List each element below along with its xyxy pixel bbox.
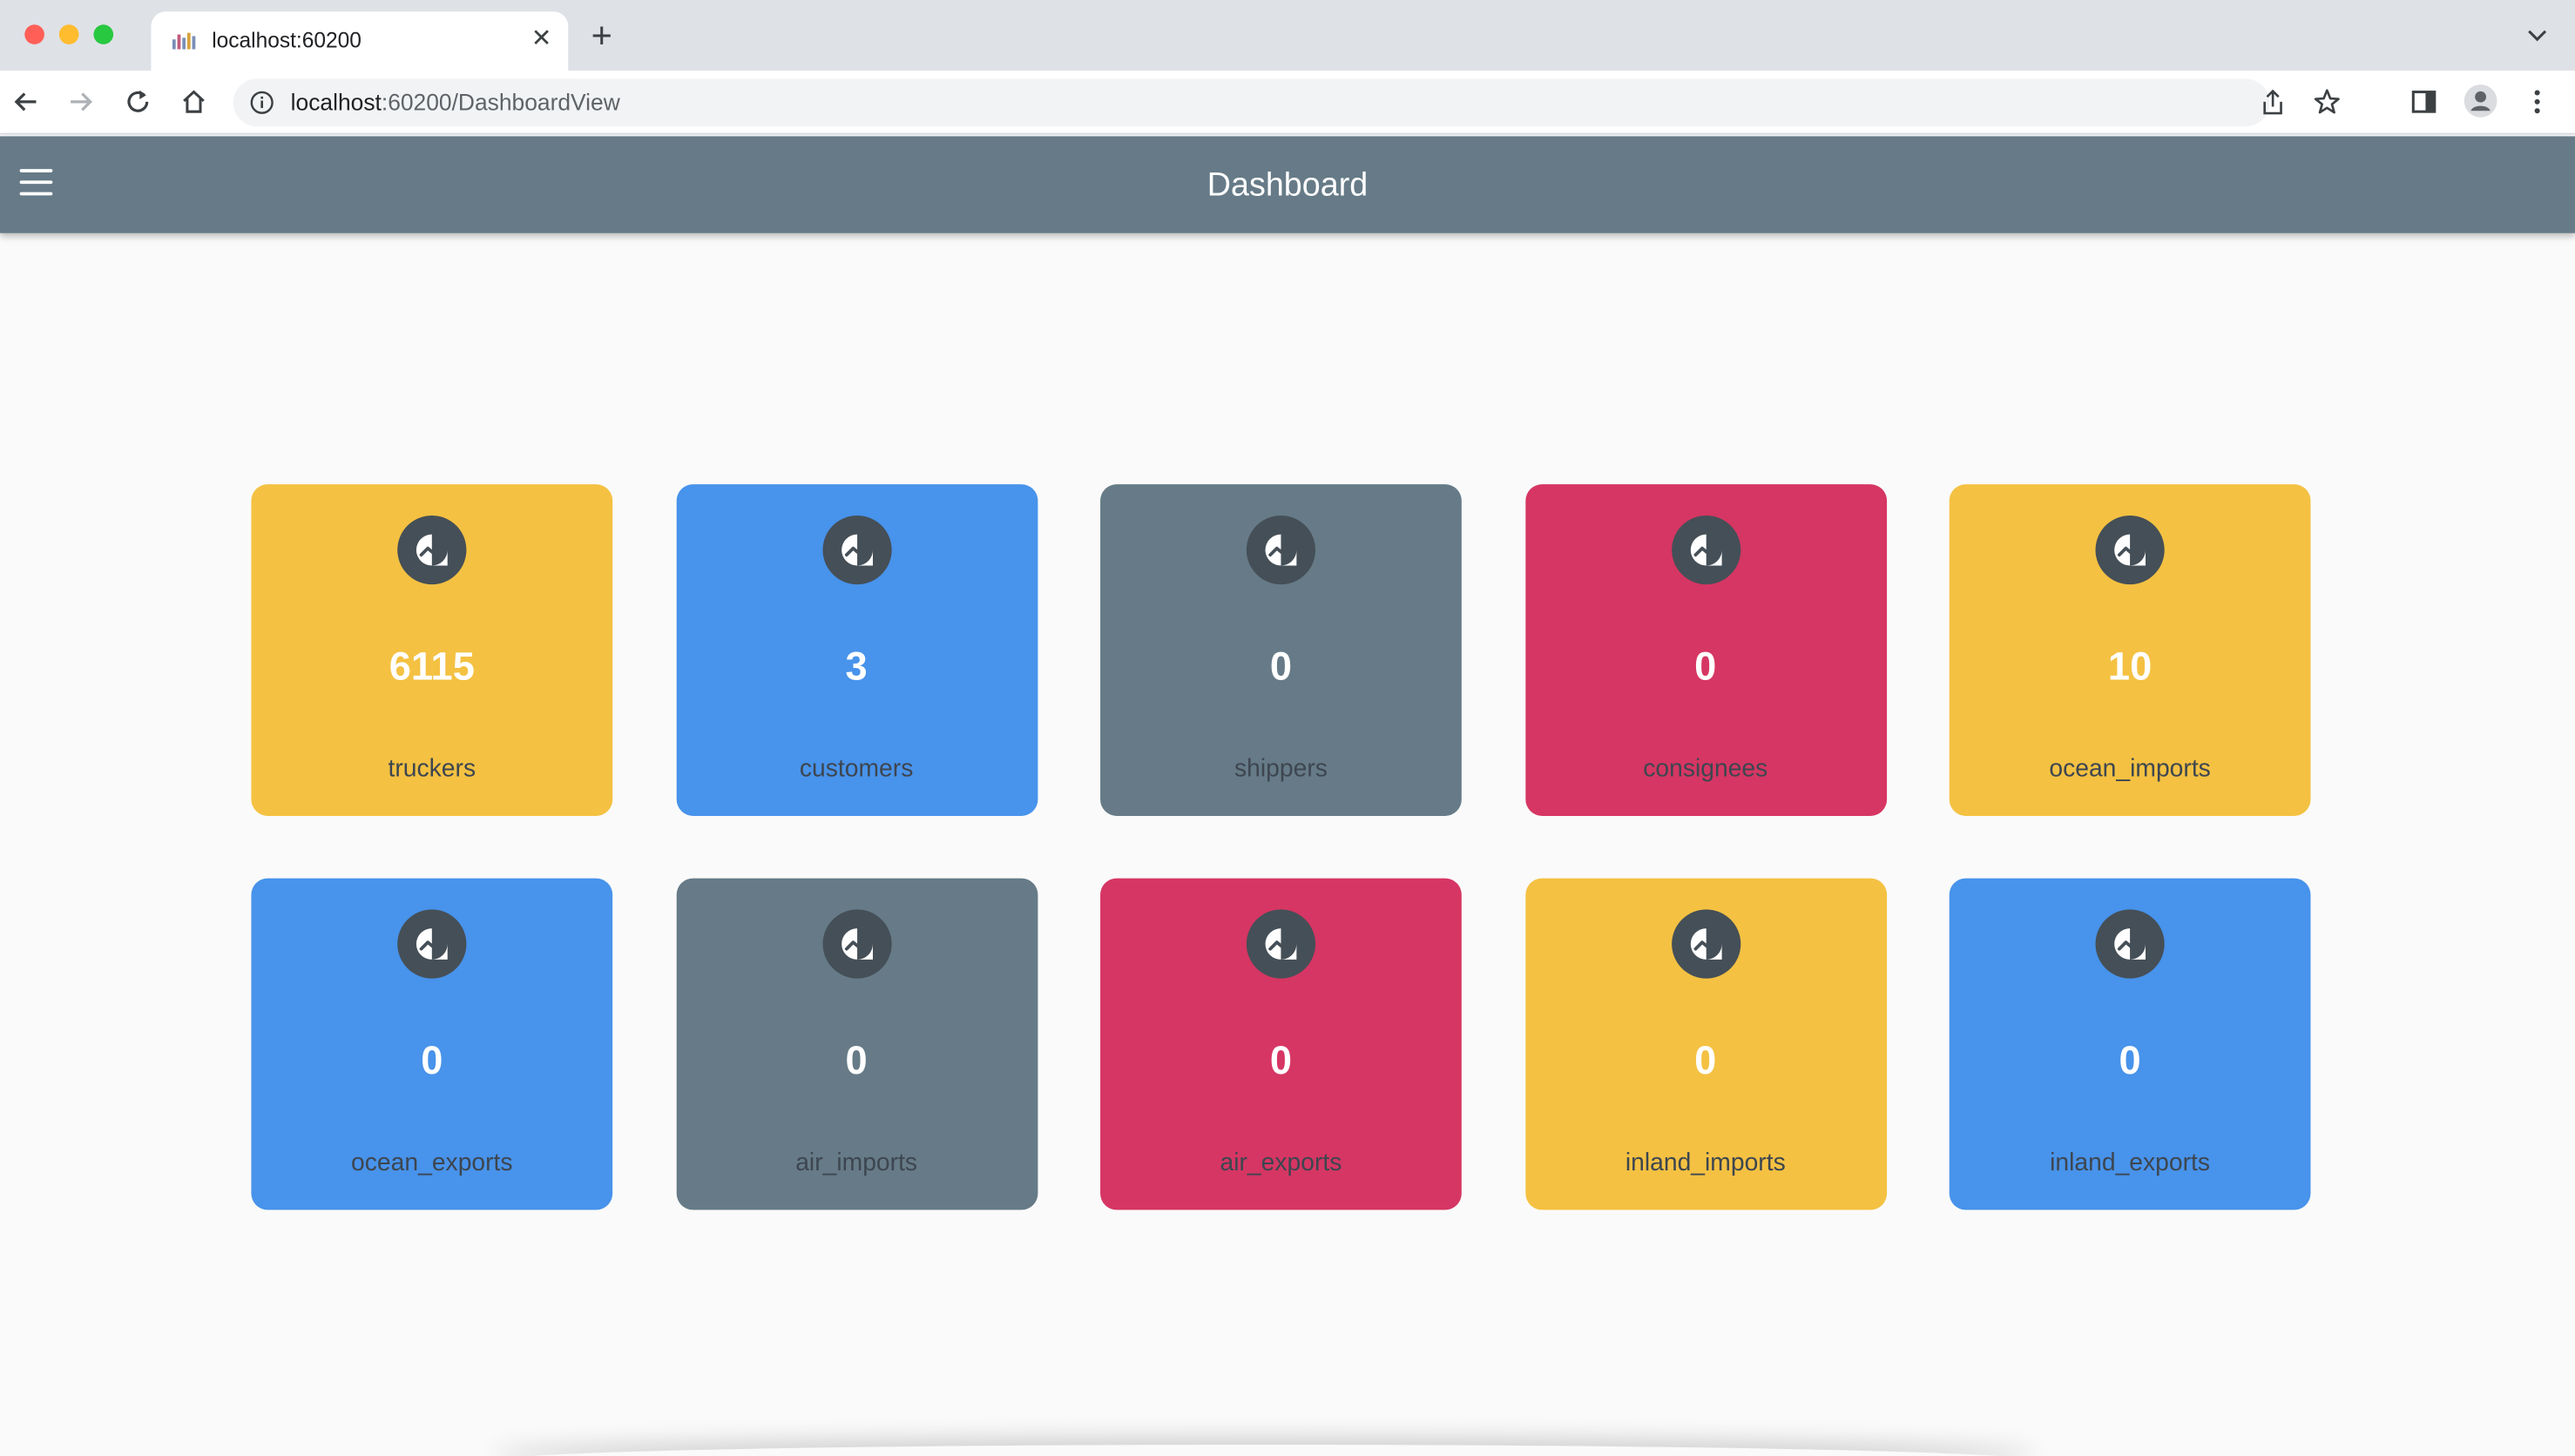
stat-label: inland_imports [1625,1149,1786,1177]
trending-up-icon [1265,928,1297,960]
card-icon-badge [2095,909,2165,979]
stat-label: ocean_imports [2049,755,2211,784]
app-bar: Dashboard [0,136,2575,233]
url-text[interactable]: localhost:60200/DashboardView [291,89,620,115]
trending-up-icon [1265,534,1297,566]
trending-up-icon [416,534,448,566]
new-tab-button[interactable]: + [591,17,612,53]
trending-up-icon [1689,534,1721,566]
stat-label: consignees [1643,755,1768,784]
stat-value: 6115 [389,644,475,690]
stat-value: 0 [845,1039,868,1084]
back-arrow-icon[interactable] [11,87,41,117]
trending-up-icon [841,928,873,960]
dashboard-card-grid: 6115 truckers 3 customers 0 shippers 0 consigne… [251,484,2311,1210]
more-options-icon[interactable] [2523,87,2552,117]
trending-up-icon [2114,928,2146,960]
card-icon-badge [1246,909,1316,979]
stat-card-air-exports[interactable]: 0 air_exports [1100,878,1462,1210]
trending-up-icon [841,534,873,566]
stat-label: truckers [388,755,476,784]
stat-value: 0 [2119,1039,2141,1084]
stat-card-truckers[interactable]: 6115 truckers [251,484,613,816]
stat-label: air_imports [795,1149,918,1177]
card-icon-badge [1671,909,1740,979]
stat-label: customers [799,755,914,784]
url-host: localhost [290,88,382,115]
card-icon-badge [1246,515,1316,585]
address-bar[interactable]: localhost:60200/DashboardView [233,78,2340,127]
page-title: Dashboard [1206,167,1369,204]
stat-card-shippers[interactable]: 0 shippers [1100,484,1462,816]
stat-card-ocean-imports[interactable]: 10 ocean_imports [1949,484,2311,816]
home-icon[interactable] [179,87,208,117]
stat-card-consignees[interactable]: 0 consignees [1524,484,1887,816]
tab-strip: localhost:60200 ✕ + [0,0,2575,71]
stat-label: air_exports [1220,1149,1342,1177]
share-icon[interactable] [2260,89,2286,117]
stat-value: 0 [1269,644,1293,690]
stat-value: 10 [2107,644,2153,690]
card-icon-badge [2095,515,2165,585]
window-minimize-button[interactable] [58,24,79,44]
bookmark-star-icon[interactable] [2312,87,2342,117]
stat-card-inland-exports[interactable]: 0 inland_exports [1949,878,2311,1210]
stat-card-ocean-exports[interactable]: 0 ocean_exports [251,878,613,1210]
profile-avatar-icon[interactable] [2463,84,2498,118]
side-panel-icon[interactable] [2409,87,2439,117]
browser-window: localhost:60200 ✕ + localhost:60200/Dash… [0,0,2575,1456]
stat-value: 0 [421,1039,443,1084]
stat-value: 0 [1694,644,1717,690]
stat-value: 0 [1694,1039,1717,1084]
stat-label: shippers [1233,755,1328,784]
card-icon-badge [821,515,891,585]
reload-icon[interactable] [123,87,152,117]
stat-card-inland-imports[interactable]: 0 inland_imports [1524,878,1887,1210]
stat-label: inland_exports [2050,1149,2211,1177]
stat-label: ocean_exports [351,1149,513,1177]
tab-close-icon[interactable]: ✕ [531,26,552,51]
bottom-panel-shadow [493,1445,2037,1456]
stat-value: 0 [1269,1039,1293,1084]
site-info-icon[interactable] [250,91,274,115]
url-path: :60200/DashboardView [381,88,620,115]
stat-card-air-imports[interactable]: 0 air_imports [675,878,1037,1210]
stat-card-customers[interactable]: 3 customers [675,484,1037,816]
card-icon-badge [397,515,467,585]
trending-up-icon [1689,928,1721,960]
browser-toolbar: localhost:60200/DashboardView [0,71,2575,135]
forward-arrow-icon[interactable] [65,87,95,117]
tab-title: localhost:60200 [212,28,362,53]
card-icon-badge [1671,515,1740,585]
card-icon-badge [821,909,891,979]
favicon-icon [172,32,196,50]
window-maximize-button[interactable] [93,24,114,44]
tab-search-chevron-icon[interactable] [2525,23,2548,45]
window-close-button[interactable] [24,24,44,44]
trending-up-icon [2114,534,2146,566]
card-icon-badge [397,909,467,979]
browser-tab[interactable]: localhost:60200 ✕ [151,11,569,71]
trending-up-icon [416,928,448,960]
stat-value: 3 [845,644,868,690]
